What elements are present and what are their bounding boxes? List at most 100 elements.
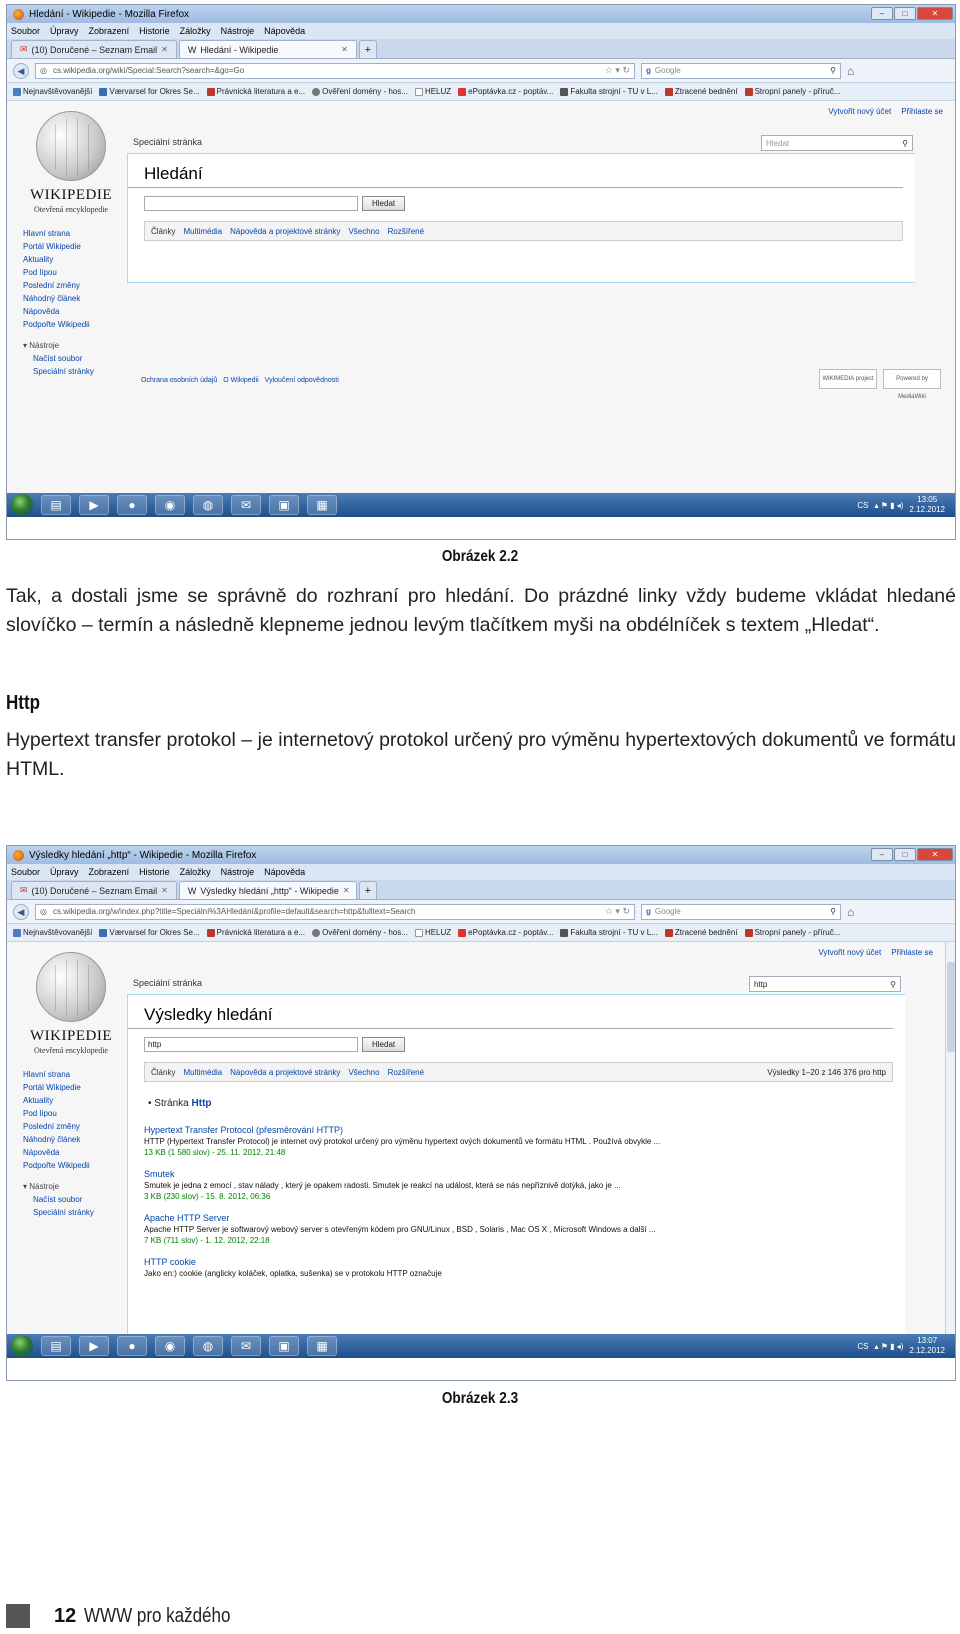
menu-view[interactable]: Zobrazení	[89, 867, 130, 877]
profile-help[interactable]: Nápověda a projektové stránky	[230, 227, 340, 236]
menu-file[interactable]: Soubor	[11, 26, 40, 36]
clock[interactable]: 13:07 2.12.2012	[909, 1336, 945, 1356]
close-tab-icon[interactable]: ✕	[161, 886, 168, 895]
language-indicator[interactable]: CS	[857, 501, 868, 510]
address-bar[interactable]: ◎ cs.wikipedia.org/w/index.php?title=Spec…	[35, 903, 635, 920]
sidebar-item[interactable]: Poslední změny	[23, 1120, 94, 1133]
sidebar-item[interactable]: Poslední změny	[23, 279, 94, 292]
media-player-icon[interactable]: ▶	[79, 1336, 109, 1356]
wikimedia-badge[interactable]: WIKIMEDIA project	[819, 369, 877, 389]
profile-advanced[interactable]: Rozšířené	[388, 227, 424, 236]
start-button-icon[interactable]	[11, 1335, 33, 1357]
menu-tools[interactable]: Nástroje	[221, 867, 255, 877]
close-tab-icon[interactable]: ✕	[161, 45, 168, 54]
sidebar-item[interactable]: Speciální stránky	[23, 365, 94, 378]
bookmark-item[interactable]: ePoptávka.cz - poptáv...	[458, 87, 553, 96]
bookmark-item[interactable]: Nejnavštěvovanější	[13, 928, 92, 937]
result-title[interactable]: HTTP cookie	[144, 1257, 905, 1268]
menu-edit[interactable]: Úpravy	[50, 867, 79, 877]
tab-wikipedia[interactable]: W Hledání - Wikipedie ✕	[178, 40, 357, 58]
bookmark-item[interactable]: Fakulta strojní - TU v L...	[560, 87, 658, 96]
bookmark-item[interactable]: HELUZ	[414, 928, 451, 937]
sidebar-item[interactable]: Hlavní strana	[23, 227, 94, 240]
bookmark-item[interactable]: Ověření domény - hos...	[312, 87, 408, 96]
incognito-icon[interactable]: ●	[117, 1336, 147, 1356]
tools-section-header[interactable]: ▾ Nástroje	[23, 1180, 94, 1193]
minimize-button[interactable]: –	[871, 7, 893, 20]
outlook-icon[interactable]: ✉	[231, 495, 261, 515]
login-link[interactable]: Přihlaste se	[901, 107, 943, 116]
mediawiki-badge[interactable]: Powered by MediaWiki	[883, 369, 941, 400]
menu-history[interactable]: Historie	[139, 26, 170, 36]
close-tab-icon[interactable]: ✕	[341, 45, 348, 54]
scrollbar-thumb[interactable]	[947, 962, 955, 1052]
bookmark-item[interactable]: HELUZ	[414, 87, 451, 96]
profile-articles[interactable]: Články	[151, 1068, 175, 1077]
sidebar-item[interactable]: Nápověda	[23, 305, 94, 318]
media-player-icon[interactable]: ▶	[79, 495, 109, 515]
bookmark-item[interactable]: Stropní panely - příruč...	[744, 87, 840, 96]
result-title[interactable]: Hypertext Transfer Protocol (přesměrován…	[144, 1125, 905, 1136]
new-tab-button[interactable]: +	[358, 40, 377, 58]
bookmark-item[interactable]: ePoptávka.cz - poptáv...	[458, 928, 553, 937]
bookmark-item[interactable]: Nejnavštěvovanější	[13, 87, 92, 96]
about-link[interactable]: O Wikipedii	[223, 377, 258, 384]
address-bar[interactable]: ◎ cs.wikipedia.org/wiki/Special:Search?se…	[35, 62, 635, 79]
menu-file[interactable]: Soubor	[11, 867, 40, 877]
sidebar-item[interactable]: Načíst soubor	[23, 352, 94, 365]
bookmark-item[interactable]: Værvarsel for Okres Se...	[99, 87, 200, 96]
bullet-term-link[interactable]: Http	[192, 1098, 212, 1109]
menu-tools[interactable]: Nástroje	[221, 26, 255, 36]
home-icon[interactable]: ⌂	[847, 64, 854, 78]
close-button[interactable]: ✕	[917, 848, 953, 861]
menu-help[interactable]: Nápověda	[264, 26, 305, 36]
bookmark-item[interactable]: Ztracené bednění	[664, 87, 738, 96]
tab-wikipedia[interactable]: W Výsledky hledání „http“ - Wikipedie ✕	[178, 881, 357, 899]
bookmark-item[interactable]: Stropní panely - příruč...	[744, 928, 840, 937]
sidebar-item[interactable]: Náhodný článek	[23, 292, 94, 305]
sidebar-item[interactable]: Pod lípou	[23, 266, 94, 279]
document-icon[interactable]: ▦	[307, 1336, 337, 1356]
profile-all[interactable]: Všechno	[348, 1068, 379, 1077]
close-tab-icon[interactable]: ✕	[343, 886, 350, 895]
office-icon[interactable]: ▣	[269, 1336, 299, 1356]
back-arrow-icon[interactable]: ◀	[13, 62, 29, 79]
search-query-input[interactable]: http	[144, 1037, 358, 1052]
menu-edit[interactable]: Úpravy	[50, 26, 79, 36]
sidebar-item[interactable]: Portál Wikipedie	[23, 240, 94, 253]
bookmark-item[interactable]: Værvarsel for Okres Se...	[99, 928, 200, 937]
office-icon[interactable]: ▣	[269, 495, 299, 515]
start-button-icon[interactable]	[11, 494, 33, 516]
profile-multimedia[interactable]: Multimédia	[183, 1068, 222, 1077]
disclaimer-link[interactable]: Vyloučení odpovědnosti	[265, 377, 339, 384]
explorer-icon[interactable]: ▤	[41, 1336, 71, 1356]
search-engine-box[interactable]: g Google ⚲	[641, 62, 841, 79]
privacy-link[interactable]: Ochrana osobních údajů	[141, 377, 217, 384]
tools-section-header[interactable]: ▾ Nástroje	[23, 339, 94, 352]
sidebar-item[interactable]: Hlavní strana	[23, 1068, 94, 1081]
outlook-icon[interactable]: ✉	[231, 1336, 261, 1356]
profile-advanced[interactable]: Rozšířené	[388, 1068, 424, 1077]
create-account-link[interactable]: Vytvořit nový účet	[828, 107, 891, 116]
sidebar-item[interactable]: Náhodný článek	[23, 1133, 94, 1146]
firefox-taskbar-icon[interactable]: ◍	[193, 495, 223, 515]
special-page-tab[interactable]: Speciální stránka	[133, 137, 202, 147]
search-icon[interactable]: ⚲	[830, 66, 836, 75]
wikipedia-logo[interactable]: WIKIPEDIE Otevřená encyklopedie	[23, 952, 119, 1055]
sidebar-item[interactable]: Speciální stránky	[23, 1206, 94, 1219]
clock[interactable]: 13:05 2.12.2012	[909, 495, 945, 515]
back-arrow-icon[interactable]: ◀	[13, 903, 29, 920]
result-title[interactable]: Smutek	[144, 1169, 905, 1180]
document-icon[interactable]: ▦	[307, 495, 337, 515]
incognito-icon[interactable]: ●	[117, 495, 147, 515]
language-indicator[interactable]: CS	[857, 1342, 868, 1351]
login-link[interactable]: Přihlaste se	[891, 948, 933, 957]
menu-bookmarks[interactable]: Záložky	[180, 867, 211, 877]
bookmark-item[interactable]: Ztracené bednění	[664, 928, 738, 937]
search-icon[interactable]: ⚲	[890, 980, 896, 989]
reload-icon[interactable]: ☆ ▾ ↻	[605, 906, 630, 917]
top-search-input[interactable]: Hledat ⚲	[761, 135, 913, 151]
home-icon[interactable]: ⌂	[847, 905, 854, 919]
search-engine-box[interactable]: g Google ⚲	[641, 903, 841, 920]
menu-help[interactable]: Nápověda	[264, 867, 305, 877]
